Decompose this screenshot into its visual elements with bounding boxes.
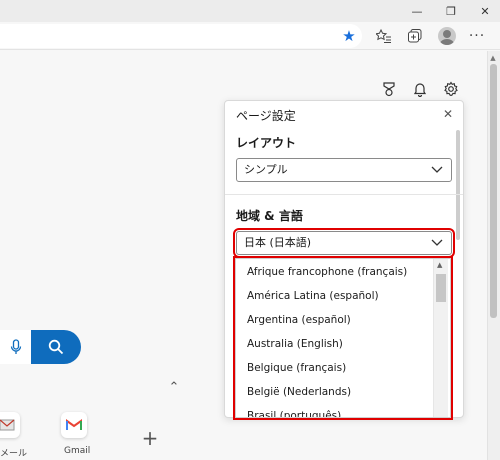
region-language-dropdown: Afrique francophone (français) América L… — [233, 256, 453, 420]
quick-link-gmail-label: Gmail — [64, 446, 91, 456]
region-option[interactable]: Australia (English) — [247, 338, 343, 350]
region-language-select[interactable]: 日本 (日本語) — [233, 228, 455, 258]
region-option[interactable]: Belgique (français) — [247, 362, 346, 374]
quick-link-mail[interactable] — [0, 412, 20, 438]
gmail-logo-icon — [66, 419, 82, 430]
profile-avatar-icon[interactable] — [438, 27, 456, 45]
chevron-down-icon — [431, 239, 443, 246]
layout-section-label: レイアウト — [236, 136, 297, 150]
address-bar[interactable] — [0, 24, 362, 48]
quick-link-gmail[interactable] — [61, 412, 87, 438]
quick-link-mail-label: メール — [0, 449, 28, 459]
section-divider — [225, 194, 463, 195]
rewards-icon[interactable] — [380, 80, 398, 98]
close-icon[interactable]: ✕ — [440, 106, 456, 122]
scroll-up-arrow-icon[interactable]: ▲ — [489, 54, 497, 62]
dropdown-scroll-up-icon[interactable]: ▲ — [437, 261, 442, 269]
mail-tile-icon — [0, 419, 15, 431]
star-filled-icon[interactable]: ★ — [339, 26, 359, 46]
region-option[interactable]: Afrique francophone (français) — [247, 266, 407, 278]
collections-icon[interactable] — [404, 26, 426, 46]
more-options-icon[interactable]: ··· — [466, 26, 488, 46]
search-button[interactable] — [31, 330, 81, 364]
page-scroll-thumb[interactable] — [490, 64, 497, 318]
close-window-button[interactable]: ✕ — [470, 0, 500, 22]
region-language-label: 地域 & 言語 — [236, 209, 303, 223]
settings-gear-icon[interactable] — [442, 80, 460, 98]
collapse-feed-chevron-icon[interactable]: ⌃ — [166, 380, 182, 395]
notifications-bell-icon[interactable] — [411, 80, 429, 98]
region-option[interactable]: Argentina (español) — [247, 314, 351, 326]
chevron-down-icon — [431, 166, 443, 173]
layout-select-value: シンプル — [244, 163, 288, 176]
search-icon — [48, 339, 64, 355]
page-settings-title: ページ設定 — [236, 109, 296, 123]
favorites-list-icon[interactable] — [373, 26, 395, 46]
minimize-button[interactable]: — — [402, 0, 432, 22]
restore-button[interactable]: ❐ — [436, 0, 466, 22]
region-option[interactable]: América Latina (español) — [247, 290, 379, 302]
panel-scrollbar[interactable] — [456, 130, 460, 240]
layout-select[interactable]: シンプル — [236, 158, 452, 182]
add-shortcut-icon[interactable]: + — [140, 428, 160, 448]
dropdown-scroll-thumb[interactable] — [436, 274, 446, 302]
region-language-value: 日本 (日本語) — [244, 236, 312, 249]
region-option[interactable]: België (Nederlands) — [247, 386, 351, 398]
region-option[interactable]: Brasil (português) — [247, 410, 341, 417]
voice-search-icon[interactable] — [0, 330, 32, 364]
